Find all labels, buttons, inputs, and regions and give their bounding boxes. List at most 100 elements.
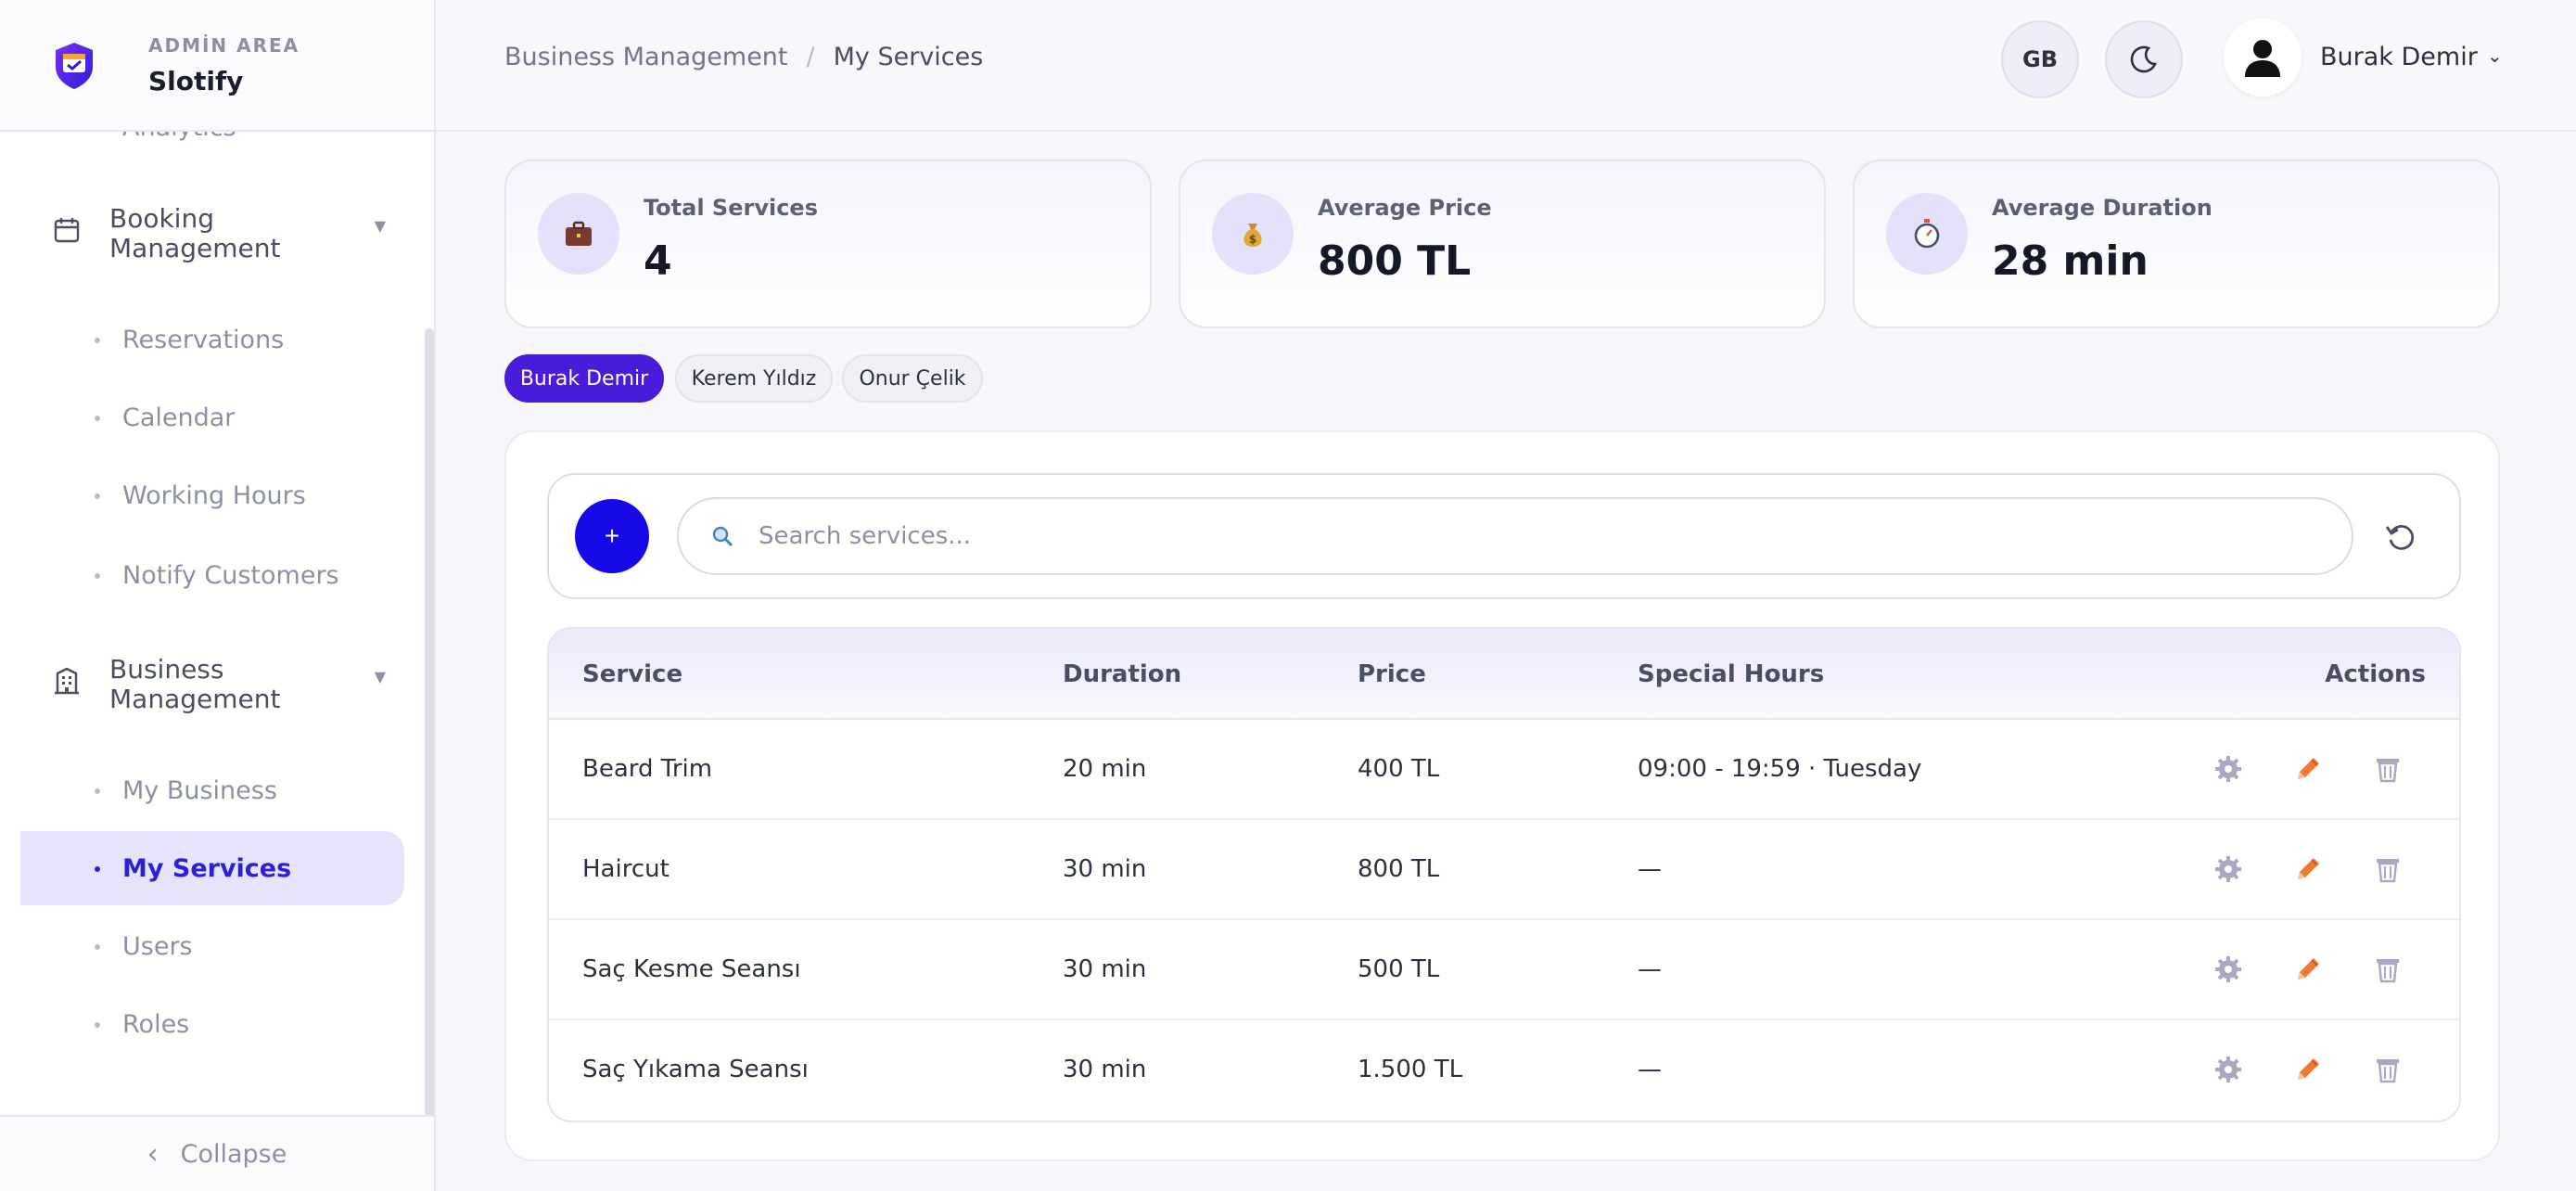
- table-row: Saç Yıkama Seansı 30 min 1.500 TL —: [549, 1020, 2459, 1121]
- logo-icon: [56, 43, 93, 89]
- moon-icon: [2130, 45, 2157, 73]
- brand-subtitle: ADMİN AREA: [148, 33, 300, 57]
- edit-pencil-icon[interactable]: [2292, 1054, 2324, 1085]
- language-button[interactable]: GB: [2001, 20, 2079, 98]
- sidebar-group-label: Booking Management: [109, 203, 281, 263]
- sidebar-item-working-hours[interactable]: Working Hours: [20, 458, 404, 532]
- user-name[interactable]: Burak Demir: [2320, 43, 2478, 71]
- cell-special-hours: 09:00 - 19:59 · Tuesday: [1638, 755, 1922, 783]
- breadcrumb-current: My Services: [833, 43, 984, 71]
- sidebar-item-roles[interactable]: Roles: [20, 987, 404, 1061]
- delete-trash-icon[interactable]: [2372, 954, 2404, 985]
- cell-duration: 30 min: [1063, 955, 1147, 983]
- sidebar-group-business-management[interactable]: Business Management ▼: [52, 655, 386, 714]
- settings-gear-icon[interactable]: [2213, 1054, 2244, 1085]
- avatar[interactable]: [2224, 19, 2302, 96]
- cell-duration: 30 min: [1063, 855, 1147, 883]
- briefcase-icon: [538, 193, 619, 275]
- cell-service: Saç Yıkama Seansı: [582, 1056, 809, 1083]
- cell-service: Haircut: [582, 855, 670, 883]
- delete-trash-icon[interactable]: [2372, 753, 2404, 785]
- sidebar-group-label: Business Management: [109, 654, 281, 714]
- stat-label: Average Price: [1318, 195, 1492, 221]
- building-icon: [55, 667, 79, 695]
- money-bag-icon: $: [1212, 193, 1294, 275]
- stat-card-average-duration: Average Duration 28 min: [1853, 160, 2500, 328]
- cell-price: 800 TL: [1358, 855, 1440, 883]
- search-input[interactable]: [759, 522, 2242, 550]
- column-header-actions: Actions: [2325, 660, 2426, 688]
- settings-gear-icon[interactable]: [2213, 853, 2244, 885]
- cell-price: 400 TL: [1358, 755, 1440, 783]
- sidebar-nav: Analytics Booking Management ▼ Reservati…: [0, 132, 423, 1115]
- stat-value: 28 min: [1992, 237, 2149, 285]
- delete-trash-icon[interactable]: [2372, 853, 2404, 885]
- add-service-button[interactable]: +: [575, 499, 649, 573]
- cell-special-hours: —: [1638, 855, 1662, 883]
- stat-label: Average Duration: [1992, 195, 2213, 221]
- sidebar-item-reservations[interactable]: Reservations: [20, 302, 404, 377]
- search-box[interactable]: [677, 497, 2353, 575]
- caret-down-icon: ▼: [374, 668, 386, 685]
- cell-duration: 20 min: [1063, 755, 1147, 783]
- column-header-price: Price: [1358, 660, 1426, 688]
- breadcrumb: Business Management / My Services: [504, 43, 983, 71]
- sidebar-scrollbar[interactable]: [425, 328, 434, 1117]
- stat-label: Total Services: [644, 195, 818, 221]
- chevron-left-icon: ‹: [147, 1137, 159, 1171]
- column-header-special-hours: Special Hours: [1638, 660, 1825, 688]
- sidebar-group-booking-management[interactable]: Booking Management ▼: [52, 204, 386, 263]
- theme-toggle-button[interactable]: [2105, 20, 2183, 98]
- services-toolbar: +: [547, 473, 2461, 599]
- sidebar-item-calendar[interactable]: Calendar: [20, 380, 404, 455]
- sidebar-item-users[interactable]: Users: [20, 909, 404, 983]
- column-header-service: Service: [582, 660, 683, 688]
- brand[interactable]: ADMİN AREA Slotify: [0, 0, 434, 132]
- table-row: Saç Kesme Seansı 30 min 500 TL —: [549, 920, 2459, 1020]
- edit-pencil-icon[interactable]: [2292, 954, 2324, 985]
- sidebar: ADMİN AREA Slotify Analytics Booking Man…: [0, 0, 436, 1191]
- chevron-down-icon[interactable]: ⌄: [2487, 45, 2503, 67]
- stat-value: 800 TL: [1318, 237, 1472, 285]
- collapse-button[interactable]: ‹ Collapse: [0, 1115, 434, 1191]
- calendar-icon: [54, 218, 80, 243]
- breadcrumb-business-management[interactable]: Business Management: [504, 43, 788, 71]
- breadcrumb-separator: /: [806, 43, 815, 71]
- services-panel: + Service Duration Price Special Hours A…: [504, 430, 2500, 1161]
- cell-price: 1.500 TL: [1358, 1056, 1463, 1083]
- services-table: Service Duration Price Special Hours Act…: [547, 627, 2461, 1122]
- cell-special-hours: —: [1638, 1056, 1662, 1083]
- sidebar-item-my-services[interactable]: My Services: [20, 831, 404, 905]
- staff-chip-kerem-yildiz[interactable]: Kerem Yıldız: [675, 354, 833, 403]
- cell-special-hours: —: [1638, 955, 1662, 983]
- top-header: Business Management / My Services GB Bur…: [436, 0, 2576, 132]
- settings-gear-icon[interactable]: [2213, 753, 2244, 785]
- stat-card-total-services: Total Services 4: [504, 160, 1152, 328]
- sidebar-item-analytics[interactable]: Analytics: [122, 132, 236, 142]
- table-body: Beard Trim 20 min 400 TL 09:00 - 19:59 ·…: [549, 720, 2459, 1121]
- sidebar-item-my-business[interactable]: My Business: [20, 753, 404, 827]
- delete-trash-icon[interactable]: [2372, 1054, 2404, 1085]
- table-header: Service Duration Price Special Hours Act…: [549, 629, 2459, 720]
- brand-title: Slotify: [148, 65, 244, 96]
- staff-chip-onur-celik[interactable]: Onur Çelik: [842, 354, 983, 403]
- refresh-icon[interactable]: [2383, 519, 2418, 555]
- table-row: Beard Trim 20 min 400 TL 09:00 - 19:59 ·…: [549, 720, 2459, 820]
- sidebar-item-notify-customers[interactable]: Notify Customers: [20, 538, 404, 612]
- table-row: Haircut 30 min 800 TL —: [549, 820, 2459, 920]
- stat-value: 4: [644, 237, 672, 285]
- stopwatch-icon: [1886, 193, 1968, 275]
- cell-price: 500 TL: [1358, 955, 1440, 983]
- user-icon: [2245, 40, 2280, 77]
- cell-service: Beard Trim: [582, 755, 713, 783]
- caret-down-icon: ▼: [374, 217, 386, 235]
- stat-card-average-price: $ Average Price 800 TL: [1179, 160, 1826, 328]
- edit-pencil-icon[interactable]: [2292, 853, 2324, 885]
- language-label: GB: [2022, 46, 2058, 72]
- settings-gear-icon[interactable]: [2213, 954, 2244, 985]
- edit-pencil-icon[interactable]: [2292, 753, 2324, 785]
- cell-duration: 30 min: [1063, 1056, 1147, 1083]
- column-header-duration: Duration: [1063, 660, 1182, 688]
- staff-chip-burak-demir[interactable]: Burak Demir: [504, 354, 664, 403]
- collapse-label: Collapse: [180, 1139, 287, 1169]
